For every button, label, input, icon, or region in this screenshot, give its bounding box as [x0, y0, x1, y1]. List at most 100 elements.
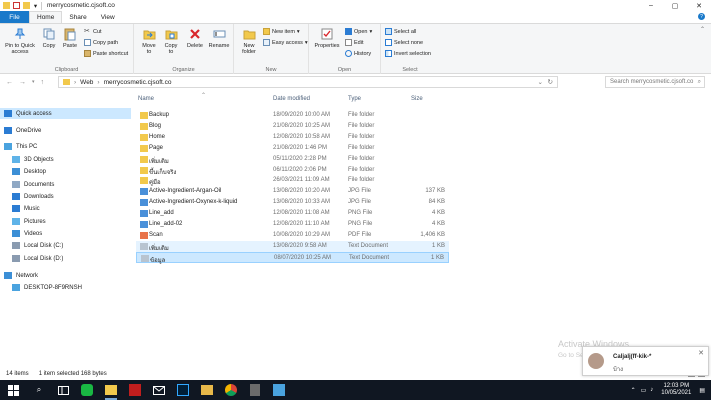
nav-item[interactable]: Network	[0, 270, 131, 281]
tab-share[interactable]: Share	[62, 11, 93, 23]
search-icon[interactable]: ⌕	[32, 383, 46, 397]
help-icon[interactable]: ?	[698, 13, 705, 20]
back-arrow-icon[interactable]: ←	[6, 79, 13, 86]
filezilla-icon[interactable]	[128, 383, 142, 397]
cut-button[interactable]: ✂ Cut	[84, 28, 102, 35]
search-input[interactable]: Search merrycosmetic.cjsoft.co ⌕	[605, 76, 705, 88]
file-row[interactable]: Blog 21/08/2020 10:25 AM File folder	[136, 121, 449, 132]
file-type: File folder	[348, 112, 375, 118]
paste-shortcut-button[interactable]: Paste shortcut	[84, 50, 128, 57]
notification-center-icon[interactable]: ▤	[699, 387, 705, 394]
close-button[interactable]: ✕	[687, 0, 711, 11]
file-size: 84 KB	[428, 199, 445, 206]
maximize-button[interactable]: ▢	[663, 0, 687, 11]
file-explorer-icon[interactable]	[104, 383, 118, 400]
file-row[interactable]: Home 12/08/2020 10:58 AM File folder	[136, 132, 449, 143]
paste-button[interactable]: Paste	[61, 27, 79, 49]
calculator-icon[interactable]	[248, 383, 262, 397]
file-row[interactable]: ข้อมูล 08/07/2020 10:25 AM Text Document 1 …	[136, 251, 449, 264]
mail-icon[interactable]	[152, 383, 166, 397]
tab-view[interactable]: View	[94, 11, 122, 23]
nav-item[interactable]: Local Disk (D:)	[0, 253, 131, 264]
column-header-name[interactable]: Name	[138, 96, 154, 102]
windows-start-icon[interactable]	[6, 383, 20, 397]
open-button[interactable]: Open ▾	[345, 28, 372, 35]
column-header-type[interactable]: Type	[348, 96, 361, 102]
chevron-down-icon[interactable]: ⌄	[538, 78, 543, 86]
file-row[interactable]: Page 21/08/2020 1:46 PM File folder	[136, 143, 449, 154]
column-header-size[interactable]: Size	[411, 96, 423, 102]
new-folder-button[interactable]: New folder	[238, 27, 260, 55]
tab-file[interactable]: File	[0, 11, 29, 23]
invert-selection-button[interactable]: Invert selection	[385, 50, 431, 57]
properties-icon[interactable]	[13, 2, 20, 9]
nav-item[interactable]: OneDrive	[0, 125, 131, 136]
minimize-button[interactable]: –	[639, 0, 663, 11]
nav-item[interactable]: Documents	[0, 179, 131, 190]
nav-item[interactable]: This PC	[0, 141, 131, 152]
file-type: File folder	[348, 155, 375, 162]
paint-icon[interactable]	[272, 383, 286, 397]
nav-item[interactable]: Videos	[0, 228, 131, 239]
new-item-button[interactable]: New item ▾	[263, 28, 300, 35]
file-row[interactable]: เพิ่มเติม 05/11/2020 2:28 PM File folder	[136, 154, 449, 165]
edit-button[interactable]: Edit	[345, 39, 363, 46]
file-size: 137 KB	[425, 188, 445, 195]
chrome-icon[interactable]	[224, 383, 238, 397]
folder-icon	[140, 144, 148, 152]
copy-button[interactable]: Copy	[40, 27, 58, 49]
nav-item[interactable]: DESKTOP-8F9RNSH	[0, 282, 131, 293]
task-view-icon[interactable]	[56, 383, 70, 397]
file-size: 4 KB	[431, 221, 445, 227]
new-folder-icon[interactable]	[23, 2, 30, 9]
tray-chevron-icon[interactable]: ⌃	[631, 387, 636, 394]
paste-label: Paste	[62, 43, 78, 49]
forward-arrow-icon[interactable]: →	[19, 79, 26, 86]
file-row[interactable]: เพิ่มเติม 13/08/2020 9:58 AM Text Document…	[136, 240, 449, 252]
file-row[interactable]: Backup 18/09/2020 10:00 AM File folder	[136, 110, 449, 121]
line-app-icon[interactable]	[80, 383, 94, 397]
history-button[interactable]: History	[345, 50, 371, 57]
chevron-down-icon[interactable]: ▾	[33, 2, 38, 10]
nav-item[interactable]: Quick access	[0, 108, 131, 119]
address-bar[interactable]: › Web › merrycosmetic.cjsoft.co ⌄ ↻	[58, 76, 558, 88]
file-row[interactable]: Line_add 12/08/2020 11:08 AM PNG File 4 KB	[136, 208, 449, 219]
up-arrow-icon[interactable]: ↑	[41, 79, 45, 86]
nav-item[interactable]: Music	[0, 203, 131, 214]
recent-dropdown-icon[interactable]: ▾	[32, 79, 35, 86]
select-all-button[interactable]: Select all	[385, 28, 416, 35]
file-row[interactable]: Active-Ingredient-Oxynex-k-liquid 13/08/2…	[136, 197, 449, 208]
rename-button[interactable]: Rename	[208, 27, 230, 49]
collapse-ribbon-icon[interactable]: ⌃	[700, 26, 705, 33]
copy-path-button[interactable]: Copy path	[84, 39, 118, 46]
refresh-icon[interactable]: ↻	[548, 78, 553, 86]
nav-item[interactable]: Local Disk (C:)	[0, 240, 131, 251]
breadcrumb-item[interactable]: merrycosmetic.cjsoft.co	[104, 79, 172, 86]
column-header-date[interactable]: Date modified	[273, 96, 310, 102]
file-row[interactable]: Scan 10/08/2020 10:29 AM PDF File 1,406 KB	[136, 230, 449, 241]
breadcrumb-item[interactable]: Web	[80, 79, 93, 86]
nav-item[interactable]: 3D Objects	[0, 154, 131, 165]
folder-icon[interactable]	[200, 383, 214, 397]
properties-button[interactable]: Properties	[313, 27, 341, 49]
nav-item[interactable]: Downloads	[0, 191, 131, 202]
close-icon[interactable]: ✕	[698, 349, 704, 357]
notification-toast[interactable]: Caljalj(ff-kik-* บ้าง ✕	[582, 346, 709, 376]
volume-icon[interactable]: ♪	[650, 387, 653, 393]
network-icon[interactable]: ▭	[641, 387, 647, 394]
photoshop-icon[interactable]	[176, 383, 190, 397]
easy-access-button[interactable]: Easy access ▾	[263, 39, 308, 46]
copy-to-button[interactable]: Copy to	[162, 27, 180, 55]
delete-button[interactable]: Delete	[186, 27, 204, 49]
nav-item[interactable]: Desktop	[0, 166, 131, 177]
nav-item[interactable]: Pictures	[0, 216, 131, 227]
file-row[interactable]: ขึ้นเก็บจริง 06/11/2020 2:06 PM File folde…	[136, 165, 449, 176]
clock[interactable]: 12:03 PM 10/05/2021	[661, 383, 691, 397]
tab-home[interactable]: Home	[29, 11, 63, 23]
select-none-button[interactable]: Select none	[385, 39, 423, 46]
file-row[interactable]: คู่มือ 26/03/2021 11:09 AM File folder	[136, 175, 449, 186]
move-to-button[interactable]: Move to	[140, 27, 158, 55]
pin-to-quick-access-button[interactable]: Pin to Quick access	[3, 27, 37, 55]
file-row[interactable]: Active-Ingredient-Argan-Oil 13/08/2020 10…	[136, 186, 449, 197]
file-row[interactable]: Line_add-02 12/08/2020 11:10 AM PNG File 4 …	[136, 219, 449, 230]
